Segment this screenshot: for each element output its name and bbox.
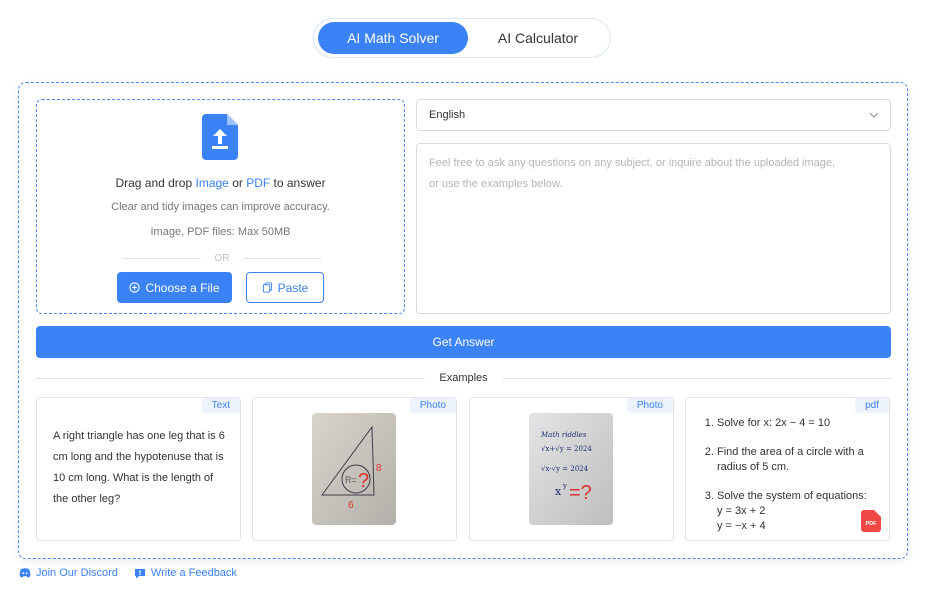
- example-card-text[interactable]: Text A right triangle has one leg that i…: [36, 397, 241, 541]
- footer-links: Join Our Discord Write a Feedback: [19, 567, 237, 579]
- language-select[interactable]: English: [416, 99, 891, 131]
- svg-text:6: 6: [348, 500, 354, 511]
- discord-icon: [19, 568, 31, 578]
- riddle-equation-1: √x+√y = 2024: [541, 445, 592, 453]
- example-photo-triangle: R= ? 8 6: [312, 413, 396, 525]
- write-feedback-link[interactable]: Write a Feedback: [134, 567, 237, 579]
- question-textarea[interactable]: Feel free to ask any questions on any su…: [416, 143, 891, 314]
- pdf-link[interactable]: PDF: [246, 176, 270, 190]
- svg-text:8: 8: [376, 463, 382, 474]
- upload-dropzone[interactable]: Drag and drop Image or PDF to answer Cle…: [36, 99, 405, 314]
- join-discord-link[interactable]: Join Our Discord: [19, 567, 118, 579]
- solver-panel: Drag and drop Image or PDF to answer Cle…: [18, 82, 908, 559]
- example-tag: pdf: [855, 398, 889, 413]
- list-item: Solve the system of equations: y = 3x + …: [717, 489, 884, 534]
- riddle-equation-3-exponent: y: [562, 482, 567, 490]
- equation-line: y = −x + 4: [717, 520, 766, 532]
- list-item: Find the area of a circle with a radius …: [717, 445, 884, 475]
- example-pdf-list: Solve for x: 2x − 4 = 10 Find the area o…: [702, 416, 884, 534]
- upload-instructions: Drag and drop Image or PDF to answer: [37, 176, 404, 190]
- example-tag: Photo: [626, 398, 673, 413]
- chevron-down-icon: [869, 112, 879, 118]
- equation-line: y = 3x + 2: [717, 505, 766, 517]
- divider-line: [36, 377, 426, 379]
- list-item-text: Solve the system of equations:: [717, 490, 867, 502]
- copy-icon: [262, 282, 272, 293]
- riddle-equation-3-base: x: [555, 485, 562, 498]
- riddle-photo-image: Math riddles √x+√y = 2024 √x-√y = 2024 x…: [529, 413, 613, 525]
- example-text: A right triangle has one leg that is 6 c…: [53, 430, 225, 505]
- plus-circle-icon: [129, 282, 141, 293]
- pdf-badge-text: PDF: [866, 521, 878, 527]
- paste-label: Paste: [277, 280, 309, 295]
- example-card-photo-triangle[interactable]: Photo R= ? 8 6: [252, 397, 457, 541]
- svg-text:?: ?: [358, 470, 369, 492]
- or-text: OR: [214, 252, 230, 264]
- divider-line: [243, 257, 322, 259]
- question-placeholder-line2: or use the examples below.: [429, 178, 563, 190]
- choose-file-label: Choose a File: [145, 280, 220, 295]
- examples-heading: Examples: [439, 372, 488, 384]
- upload-limits: Image, PDF files: Max 50MB: [150, 226, 291, 238]
- question-placeholder-line1: Feel free to ask any questions on any su…: [429, 157, 836, 169]
- feedback-icon: [134, 568, 145, 578]
- example-card-photo-riddles[interactable]: Photo Math riddles √x+√y = 2024 √x-√y = …: [469, 397, 674, 541]
- riddle-equation-3-question: =?: [569, 482, 592, 504]
- feedback-label: Write a Feedback: [150, 567, 237, 579]
- paste-button[interactable]: Paste: [246, 272, 324, 303]
- tab-ai-calculator[interactable]: AI Calculator: [464, 22, 612, 54]
- discord-label: Join Our Discord: [36, 567, 118, 579]
- mode-switch: AI Math Solver AI Calculator: [313, 18, 611, 58]
- tab-ai-math-solver[interactable]: AI Math Solver: [318, 22, 468, 54]
- choose-file-button[interactable]: Choose a File: [117, 272, 232, 303]
- file-upload-icon: [202, 114, 238, 160]
- example-tag: Photo: [409, 398, 456, 413]
- pdf-file-icon: PDF: [861, 510, 881, 532]
- upload-text-middle: or: [228, 176, 247, 190]
- language-value: English: [429, 109, 466, 121]
- svg-text:R=: R=: [345, 475, 357, 485]
- or-divider: OR: [122, 251, 322, 265]
- riddle-equation-2: √x-√y = 2024: [541, 465, 589, 473]
- examples-divider: Examples: [36, 370, 892, 386]
- example-photo-riddles: Math riddles √x+√y = 2024 √x-√y = 2024 x…: [529, 413, 613, 525]
- divider-line: [122, 257, 201, 259]
- example-tag: Text: [201, 398, 240, 413]
- image-link[interactable]: Image: [196, 176, 229, 190]
- upload-hint: Clear and tidy images can improve accura…: [111, 201, 330, 213]
- list-item: Solve for x: 2x − 4 = 10: [717, 416, 884, 431]
- riddle-title: Math riddles: [540, 431, 587, 439]
- upload-text-prefix: Drag and drop: [115, 176, 196, 190]
- divider-line: [501, 377, 892, 379]
- example-card-pdf[interactable]: pdf Solve for x: 2x − 4 = 10 Find the ar…: [685, 397, 890, 541]
- triangle-photo-image: R= ? 8 6: [312, 413, 396, 525]
- upload-text-suffix: to answer: [270, 176, 326, 190]
- get-answer-button[interactable]: Get Answer: [36, 326, 891, 358]
